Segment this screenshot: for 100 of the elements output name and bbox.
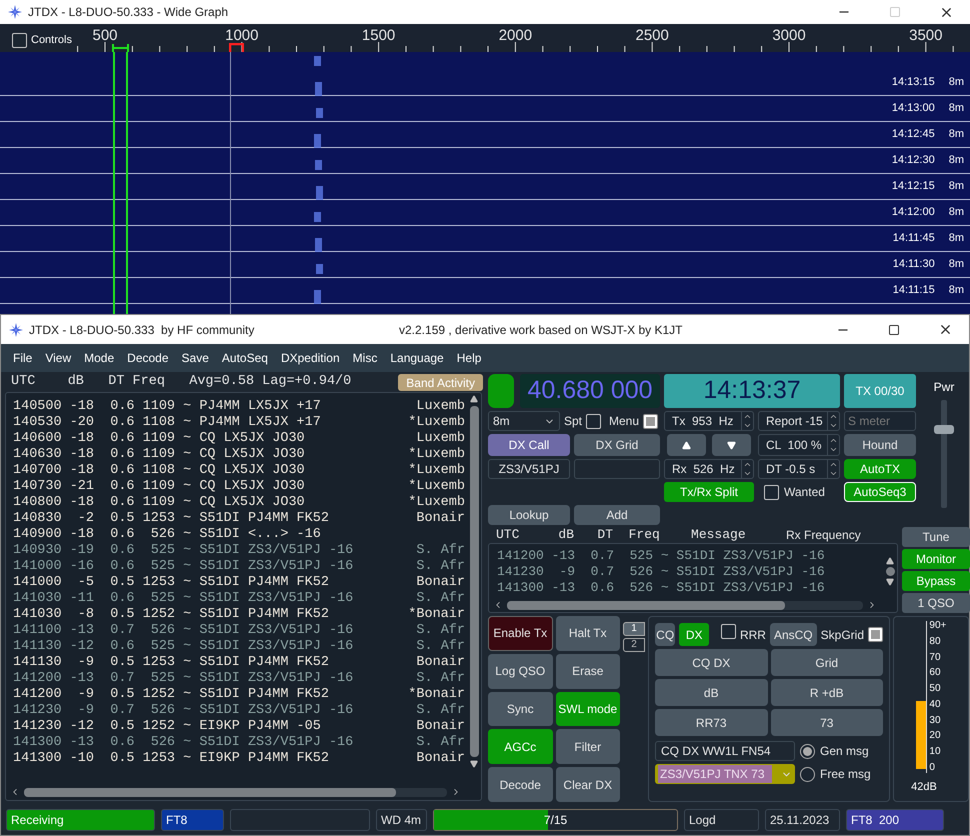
add-button[interactable]: Add <box>574 505 660 525</box>
spin-up-icon[interactable] <box>743 412 752 421</box>
down-button[interactable] <box>712 434 751 456</box>
menu-item[interactable]: File <box>13 349 32 367</box>
checkbox[interactable] <box>720 624 736 638</box>
checkbox[interactable] <box>868 627 883 642</box>
s-meter-field[interactable]: S meter <box>844 411 916 431</box>
message-dropdown[interactable]: ZS3/V51PJ TNX 73 <box>655 764 795 784</box>
anscq-button[interactable]: AnsCQ <box>770 623 817 646</box>
cq-button[interactable]: CQ <box>655 623 676 646</box>
decode-message[interactable]: 141130 -12 0.6 525 ~ S51DI ZS3/V51PJ -16 <box>13 636 354 658</box>
side-button[interactable]: 1 QSO <box>902 593 970 613</box>
tx-marker-icon <box>229 43 244 52</box>
menu-item[interactable]: Misc <box>352 349 378 367</box>
checkbox[interactable] <box>12 32 27 48</box>
menu-item[interactable]: Mode <box>84 349 114 367</box>
radio-button[interactable] <box>800 766 815 782</box>
dt-spinbox[interactable]: DT -0.5 s <box>758 459 840 479</box>
message-button[interactable]: R +dB <box>770 679 883 706</box>
control-button[interactable]: Decode <box>488 767 552 802</box>
decode-message[interactable]: 141000 -16 0.6 525 ~ S51DI ZS3/V51PJ -16 <box>13 556 354 578</box>
band-label: 8m <box>948 127 964 142</box>
control-button[interactable]: Filter <box>556 729 620 764</box>
lookup-button[interactable]: Lookup <box>488 505 570 525</box>
control-button[interactable]: Erase <box>556 654 620 689</box>
message-button[interactable]: dB <box>655 679 768 706</box>
decode-message[interactable]: 141230 -9 0.7 526 ~ S51DI ZS3/V51PJ -16 <box>13 700 354 722</box>
scroll-down-icon[interactable] <box>886 578 894 586</box>
report-spinbox[interactable]: Report -15 <box>758 411 840 431</box>
control-button[interactable]: Clear DX <box>556 767 620 802</box>
decode-message[interactable]: 141230 -9 0.7 526 ~ S51DI ZS3/V51PJ -16 <box>497 562 883 578</box>
menu-item[interactable]: AutoSeq <box>222 349 268 367</box>
decode-message[interactable]: 141200 -13 0.7 525 ~ S51DI ZS3/V51PJ -16 <box>497 546 883 562</box>
control-button[interactable]: Log QSO <box>488 654 552 689</box>
control-button[interactable]: Halt Tx <box>556 616 620 651</box>
message-button[interactable]: Grid <box>770 649 883 676</box>
checkbox[interactable] <box>643 414 658 428</box>
close-icon[interactable] <box>938 322 953 337</box>
spin-up-icon[interactable] <box>829 436 838 445</box>
spin-down-icon[interactable] <box>829 469 838 478</box>
spin-up-icon[interactable] <box>829 412 838 421</box>
maximize-icon[interactable] <box>888 324 900 336</box>
radio-button[interactable] <box>800 744 815 758</box>
side-button[interactable]: Monitor <box>902 549 970 569</box>
scroll-thumb[interactable] <box>886 566 894 576</box>
autoseq-button[interactable]: AutoSeq3 <box>844 482 916 502</box>
rx-frequency-spinbox[interactable]: Rx 526 Hz <box>664 459 754 479</box>
control-button[interactable]: AGCc <box>488 729 552 764</box>
side-button[interactable]: Bypass <box>902 571 970 591</box>
power-slider-thumb[interactable] <box>934 425 954 434</box>
spin-down-icon[interactable] <box>829 445 838 454</box>
message-button[interactable]: 73 <box>770 709 883 736</box>
autotx-button[interactable]: AutoTX <box>844 459 916 479</box>
menu-item[interactable]: Save <box>182 349 209 367</box>
up-button[interactable] <box>667 434 706 456</box>
column-header: UTC dB DT Freq Avg=0.58 Lag=+0.94/0 <box>11 372 352 391</box>
menu-item[interactable]: Help <box>456 349 482 367</box>
tx-frequency-spinbox[interactable]: Tx 953 Hz <box>664 411 754 431</box>
control-button[interactable]: SWL mode <box>556 692 620 726</box>
decode-message[interactable]: 141030 -11 0.6 525 ~ S51DI ZS3/V51PJ -16 <box>13 588 354 610</box>
control-button[interactable]: Sync <box>488 692 552 726</box>
meter-scale-label: 70 <box>928 652 942 663</box>
meter-scale-label: 60 <box>928 668 942 678</box>
checkbox[interactable] <box>764 484 779 500</box>
dx-call-field[interactable]: ZS3/V51PJ <box>488 459 570 479</box>
message-button[interactable]: RR73 <box>655 709 768 736</box>
spin-up-icon[interactable] <box>829 460 838 469</box>
dx-grid-button[interactable]: DX Grid <box>574 434 660 456</box>
control-button[interactable]: Enable Tx <box>488 616 552 651</box>
menu-item[interactable]: Language <box>390 349 444 367</box>
spin-down-icon[interactable] <box>743 469 752 478</box>
rx-marker-icon <box>112 44 129 52</box>
cl-spinbox[interactable]: CL 100 % <box>758 434 840 456</box>
decode-message[interactable]: 141300 -13 0.6 526 ~ S51DI ZS3/V51PJ -16 <box>497 578 883 594</box>
band-dropdown[interactable]: 8m <box>488 411 560 431</box>
decode-message[interactable]: 141200 -13 0.7 525 ~ S51DI ZS3/V51PJ -16 <box>13 668 354 690</box>
dx-grid-field[interactable] <box>574 459 660 479</box>
time-label: 14:11:30 <box>892 257 935 272</box>
scroll-up-icon[interactable] <box>886 556 894 564</box>
message-button[interactable]: CQ DX <box>655 649 768 676</box>
menu-item[interactable]: DXpedition <box>280 349 340 367</box>
dx-button[interactable]: DX <box>679 623 709 646</box>
time-label: 14:12:00 <box>892 205 935 220</box>
spin-down-icon[interactable] <box>743 421 752 430</box>
checkbox[interactable] <box>586 414 602 428</box>
tab[interactable]: 2 <box>623 638 645 652</box>
spin-up-icon[interactable] <box>743 460 752 469</box>
app-star-icon <box>8 5 22 19</box>
menu-item[interactable]: Decode <box>127 349 169 367</box>
hound-button[interactable]: Hound <box>844 434 916 456</box>
scroll-up-icon[interactable] <box>470 395 478 403</box>
split-button[interactable]: Tx/Rx Split <box>664 482 754 502</box>
scroll-down-icon[interactable] <box>470 760 478 768</box>
free-text-field[interactable]: CQ DX WW1L FN54 <box>655 741 795 761</box>
side-button[interactable]: Tune <box>902 527 970 547</box>
tab[interactable]: 1 <box>623 622 645 636</box>
rx-frequency-title: Rx Frequency <box>786 527 861 544</box>
menu-item[interactable]: View <box>45 349 72 367</box>
dx-call-button[interactable]: DX Call <box>488 434 570 456</box>
spin-down-icon[interactable] <box>829 421 838 430</box>
